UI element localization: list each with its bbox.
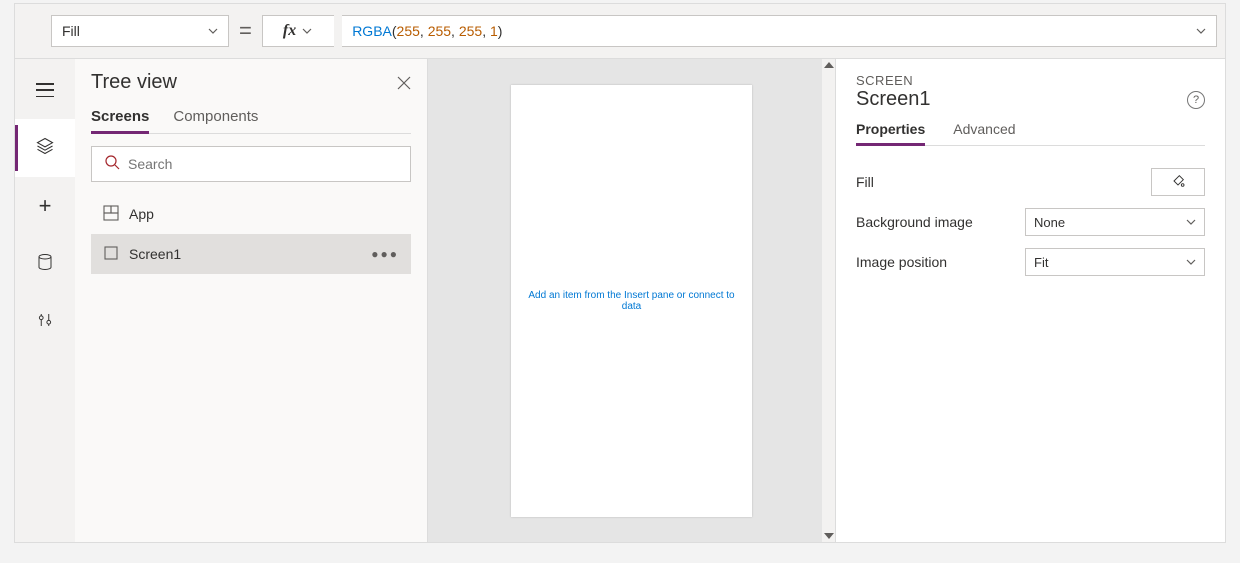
tools-icon: [36, 311, 54, 334]
rail-data[interactable]: [15, 235, 75, 293]
chevron-down-icon[interactable]: [1196, 26, 1206, 36]
equals-sign: =: [237, 18, 254, 44]
prop-row-fill: Fill: [856, 162, 1205, 202]
property-dropdown-label: Fill: [62, 23, 80, 39]
layers-icon: [35, 136, 55, 161]
prop-label: Fill: [856, 174, 1151, 190]
formula-code: RGBA(255, 255, 255, 1): [352, 23, 502, 39]
plus-icon: +: [39, 193, 52, 219]
tree-panel-title: Tree view: [91, 71, 177, 94]
scroll-down-icon: [824, 533, 834, 539]
tab-advanced[interactable]: Advanced: [953, 121, 1015, 145]
help-button[interactable]: ?: [1187, 91, 1205, 109]
scroll-up-icon: [824, 62, 834, 68]
hamburger-icon: [36, 83, 54, 97]
imgpos-dropdown[interactable]: Fit: [1025, 248, 1205, 276]
body: + Tree view Screens Co: [15, 59, 1225, 542]
rail-hamburger[interactable]: [15, 61, 75, 119]
close-icon: [397, 76, 411, 90]
prop-row-imgpos: Image position Fit: [856, 242, 1205, 282]
prop-label: Image position: [856, 254, 1025, 270]
rail-tree-view[interactable]: [15, 119, 75, 177]
properties-panel: SCREEN Screen1 ? Properties Advanced Fil…: [836, 59, 1225, 542]
prop-label: Background image: [856, 214, 1025, 230]
screen-icon: [103, 245, 119, 264]
search-input[interactable]: [128, 156, 398, 172]
chevron-down-icon: [208, 26, 218, 36]
paint-bucket-icon: [1170, 173, 1186, 192]
panel-title: Screen1: [856, 88, 931, 111]
search-box[interactable]: [91, 146, 411, 182]
close-button[interactable]: [397, 76, 411, 90]
canvas-area: Add an item from the Insert pane or conn…: [428, 59, 836, 542]
formula-bar: Fill = fx RGBA(255, 255, 255, 1): [15, 4, 1225, 59]
fill-color-button[interactable]: [1151, 168, 1205, 196]
search-icon: [104, 154, 120, 175]
tab-properties[interactable]: Properties: [856, 121, 925, 146]
tab-components[interactable]: Components: [173, 108, 258, 133]
tree-panel: Tree view Screens Components App: [75, 59, 428, 542]
design-canvas[interactable]: Add an item from the Insert pane or conn…: [511, 85, 752, 517]
rail-insert[interactable]: +: [15, 177, 75, 235]
tab-screens[interactable]: Screens: [91, 108, 149, 134]
rail-settings[interactable]: [15, 293, 75, 351]
canvas-hint: Add an item from the Insert pane or conn…: [521, 290, 742, 312]
app-root: Fill = fx RGBA(255, 255, 255, 1): [14, 3, 1226, 543]
panel-overline: SCREEN: [856, 73, 1205, 88]
property-dropdown[interactable]: Fill: [51, 15, 229, 47]
chevron-down-icon: [302, 26, 312, 36]
fx-icon: fx: [283, 22, 296, 40]
more-icon[interactable]: ●●●: [371, 247, 399, 261]
chevron-down-icon: [1186, 257, 1196, 267]
fx-button[interactable]: fx: [262, 15, 334, 47]
left-rail: +: [15, 59, 75, 542]
tree-item-screen1[interactable]: Screen1 ●●●: [91, 234, 411, 274]
dropdown-value: None: [1034, 215, 1065, 230]
tree-tabs: Screens Components: [91, 108, 411, 134]
database-icon: [36, 253, 54, 276]
tree-item-label: Screen1: [129, 246, 181, 262]
chevron-down-icon: [1186, 217, 1196, 227]
tree-item-app[interactable]: App: [91, 194, 411, 234]
dropdown-value: Fit: [1034, 255, 1048, 270]
tree-item-label: App: [129, 206, 154, 222]
app-icon: [103, 205, 119, 224]
bgimage-dropdown[interactable]: None: [1025, 208, 1205, 236]
properties-tabs: Properties Advanced: [856, 121, 1205, 146]
prop-row-bgimage: Background image None: [856, 202, 1205, 242]
formula-input[interactable]: RGBA(255, 255, 255, 1): [342, 15, 1217, 47]
vertical-scrollbar[interactable]: [822, 59, 835, 542]
